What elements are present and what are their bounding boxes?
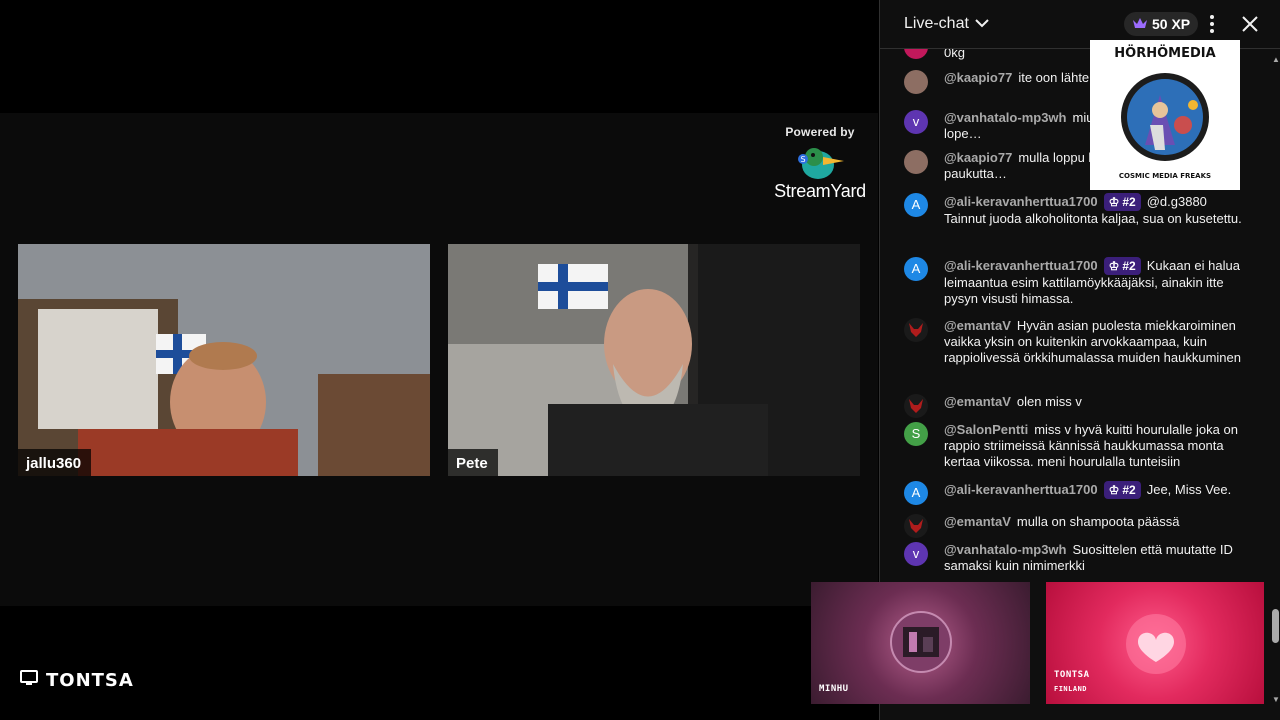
wizard-emblem-icon (1121, 73, 1209, 161)
participant-video-jallu360[interactable]: jallu360 (18, 244, 430, 476)
avatar[interactable]: v (904, 542, 928, 566)
rank-badge-label: #2 (1122, 483, 1136, 497)
crown-icon: ♔ (1108, 483, 1120, 497)
powered-by-label: Powered by (785, 125, 855, 139)
rank-badge: ♔ #2 (1103, 193, 1141, 211)
rank-badge: ♔ #2 (1103, 481, 1141, 499)
guest-tile-tontsa[interactable]: TONTSA FINLAND (1046, 582, 1264, 704)
scroll-up-icon[interactable]: ▲ (1272, 55, 1280, 64)
rank-badge-label: #2 (1122, 195, 1136, 209)
chat-message: S @SalonPentti miss v hyvä kuitti hourula… (904, 422, 1244, 470)
message-text: 0kg (944, 49, 965, 60)
message-author[interactable]: @kaapio77 (944, 70, 1012, 85)
xp-value: 50 XP (1152, 16, 1191, 32)
chat-message: A @ali-keravanherttua1700 ♔ #2 @d.g3880 Tai… (904, 193, 1244, 227)
message-author[interactable]: @ali-keravanherttua1700 (944, 482, 1098, 497)
chat-title: Live-chat (904, 15, 969, 32)
guest-location: FINLAND (1054, 685, 1088, 693)
chat-message: v @vanhatalo-mp3wh Suosittelen että muuta… (904, 542, 1244, 574)
avatar[interactable] (904, 394, 928, 418)
participant-name: jallu360 (18, 449, 92, 476)
avatar[interactable] (904, 49, 928, 59)
svg-text:S: S (800, 155, 805, 164)
message-author[interactable]: @vanhatalo-mp3wh (944, 110, 1066, 125)
guest-name: MINHU (819, 684, 849, 694)
rank-badge: ♔ #2 (1103, 257, 1141, 275)
scrollbar-thumb[interactable] (1272, 609, 1279, 643)
message-author[interactable]: @ali-keravanherttua1700 (944, 258, 1098, 273)
powered-by-logo: Powered by S StreamYard (770, 125, 870, 202)
channel-tag-label: TONTSA (46, 670, 134, 691)
guest-tile-minhu[interactable]: MINHU (811, 582, 1030, 704)
xp-badge[interactable]: 50 XP (1124, 12, 1199, 36)
avatar[interactable]: v (904, 110, 928, 134)
more-options-icon[interactable] (1202, 12, 1222, 36)
guest-name: TONTSA (1054, 670, 1090, 680)
message-author[interactable]: @SalonPentti (944, 422, 1028, 437)
chat-message: A @ali-keravanherttua1700 ♔ #2 Kukaan ei ha… (904, 257, 1244, 307)
logo-subtitle: COSMIC MEDIA FREAKS (1118, 172, 1212, 180)
avatar[interactable] (904, 70, 928, 94)
crown-icon: ♔ (1108, 195, 1120, 209)
chat-message: @emantaV mulla on shampoota päässä (904, 514, 1244, 538)
avatar[interactable] (904, 150, 928, 174)
message-author[interactable]: @emantaV (944, 394, 1011, 409)
stream-stage: Powered by S StreamYard jallu360 Pete TO… (0, 0, 878, 720)
chat-scrollbar[interactable]: ▲ ▼ (1270, 49, 1280, 720)
devil-icon (909, 519, 923, 533)
message-text: mulla on shampoota päässä (1016, 514, 1180, 529)
message-author[interactable]: @ali-keravanherttua1700 (944, 194, 1098, 209)
message-author[interactable]: @emantaV (944, 514, 1011, 529)
chat-message: @emantaV olen miss v (904, 394, 1244, 418)
channel-tag: TONTSA (20, 670, 134, 691)
participant-name: Pete (448, 449, 498, 476)
chat-mode-dropdown[interactable]: Live-chat (904, 15, 989, 33)
logo-title: HÖRHÖMEDIA (1114, 46, 1216, 61)
screen-icon (20, 670, 38, 691)
avatar[interactable]: A (904, 193, 928, 217)
chat-message: A @ali-keravanherttua1700 ♔ #2 Jee, Miss Ve… (904, 481, 1244, 505)
message-author[interactable]: @kaapio77 (944, 150, 1012, 165)
rank-badge-label: #2 (1122, 259, 1136, 273)
chevron-down-icon (975, 15, 989, 33)
message-author[interactable]: @vanhatalo-mp3wh (944, 542, 1066, 557)
message-text: Jee, Miss Vee. (1146, 482, 1232, 497)
crown-icon (1132, 16, 1148, 33)
message-author[interactable]: @emantaV (944, 318, 1011, 333)
message-text: olen miss v (1016, 394, 1082, 409)
chat-message: @emantaV Hyvän asian puolesta miekkaroimi… (904, 318, 1244, 366)
participant-scene (18, 244, 430, 476)
streamyard-brand: StreamYard (774, 181, 866, 201)
close-icon[interactable] (1240, 14, 1260, 34)
horhomedia-logo: HÖRHÖMEDIA COSMIC MEDIA FREAKS (1090, 40, 1240, 190)
participant-scene (448, 244, 860, 476)
devil-icon (909, 323, 923, 337)
crown-icon: ♔ (1108, 259, 1120, 273)
devil-icon (909, 399, 923, 413)
avatar[interactable] (904, 318, 928, 342)
streamyard-duck-icon: S (770, 143, 870, 183)
avatar[interactable]: A (904, 257, 928, 281)
scroll-down-icon[interactable]: ▼ (1272, 695, 1280, 704)
avatar[interactable]: S (904, 422, 928, 446)
participant-video-pete[interactable]: Pete (448, 244, 860, 476)
avatar[interactable] (904, 514, 928, 538)
avatar[interactable]: A (904, 481, 928, 505)
